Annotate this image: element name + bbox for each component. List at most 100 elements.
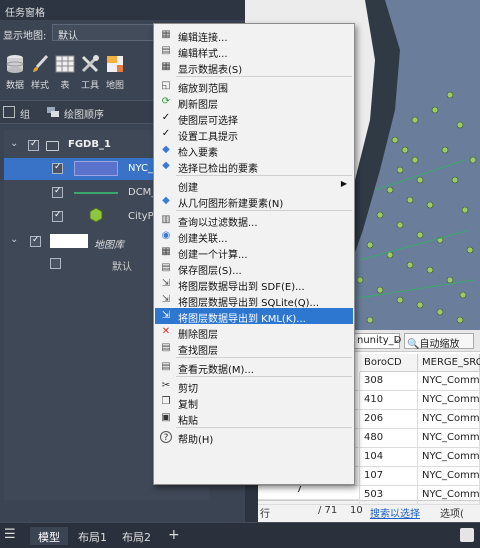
tool-tools[interactable]: 工具 <box>77 53 103 91</box>
basemap-group-label[interactable]: 地图库 <box>94 236 124 251</box>
tool-data[interactable]: 数据 <box>2 53 28 91</box>
help-icon: ? <box>160 431 172 443</box>
menu-item[interactable]: ▤ 查看元数据(M)... <box>155 359 353 376</box>
root-checkbox[interactable] <box>28 139 39 151</box>
column-header[interactable]: BoroCD <box>360 354 418 372</box>
basemap-item-checkbox[interactable] <box>50 258 61 269</box>
menu-separator <box>176 175 352 176</box>
menu-item[interactable]: ✓ 使图层可选择 <box>155 110 353 127</box>
menu-item[interactable]: ▣ 粘贴 <box>155 410 353 427</box>
menu-item[interactable]: ◆ 选择已检出的要素 <box>155 158 353 175</box>
layer-checkbox[interactable] <box>52 162 63 174</box>
tool-tools-label: 工具 <box>80 81 99 91</box>
checkin-icon: ◆ <box>162 144 170 155</box>
table-cell-borocd[interactable]: 503 <box>360 486 418 505</box>
menu-item[interactable]: ◱ 缩放到范围 <box>155 78 353 95</box>
menu-item-label: 粘贴 <box>178 416 198 427</box>
tool-map[interactable]: 地图 <box>102 53 128 91</box>
menu-item-label: 复制 <box>178 400 198 411</box>
task-pane-title: 任务窗格 <box>0 0 245 20</box>
menu-item[interactable]: ❐ 复制 <box>155 394 353 411</box>
table-cell-merge-src[interactable]: NYC_Commu <box>418 448 480 467</box>
export-icon: ⇲ <box>161 278 171 289</box>
menu-item-label: 创建 <box>178 183 198 194</box>
tab-layout2[interactable]: 布局2 <box>114 527 159 545</box>
menu-item[interactable]: 创建 ▶ <box>155 177 353 194</box>
row-count: / 71 <box>318 505 338 516</box>
table-cell-merge-src[interactable]: NYC_Commu <box>418 486 480 505</box>
autozoom-button[interactable]: 🔍自动缩放 <box>404 333 474 350</box>
menu-item[interactable]: ▤ 查找图层 <box>155 340 353 357</box>
point-style-swatch <box>89 207 103 223</box>
row-label: 行 <box>260 509 270 520</box>
menu-item-label: 创建一个计算... <box>178 250 248 261</box>
collapse-icon[interactable]: ⌄ <box>10 234 18 245</box>
geometry-icon: ◆ <box>162 195 170 206</box>
query-icon: ▥ <box>161 214 171 225</box>
root-label[interactable]: FGDB_1 <box>68 139 111 150</box>
tool-table[interactable]: 表 <box>52 53 78 91</box>
menu-item[interactable]: ◆ 从几何图形新建要素(N) <box>155 193 353 210</box>
collapse-icon[interactable]: ⌄ <box>10 138 18 149</box>
menu-icon[interactable]: ☰ <box>4 527 16 542</box>
tab-layout1[interactable]: 布局1 <box>70 527 115 545</box>
menu-item[interactable]: ⇲ 将图层数据导出到 SQLite(Q)... <box>155 292 353 309</box>
table-cell-borocd[interactable]: 206 <box>360 410 418 429</box>
menu-item[interactable]: ▦ 显示数据表(S) <box>155 59 353 76</box>
tool-table-label: 表 <box>60 81 70 91</box>
menu-item[interactable]: ▤ 保存图层(S)... <box>155 260 353 277</box>
menu-item[interactable]: ✂ 剪切 <box>155 378 353 395</box>
database-icon <box>4 53 26 75</box>
group-label[interactable]: 组 <box>20 106 30 121</box>
table-cell-merge-src[interactable]: NYC_Commu <box>418 391 480 410</box>
table-cell-borocd[interactable]: 410 <box>360 391 418 410</box>
menu-item[interactable]: ✓ 设置工具提示 <box>155 126 353 143</box>
line-style-swatch <box>74 192 118 194</box>
menu-item-label: 剪切 <box>178 384 198 395</box>
table-cell-borocd[interactable]: 308 <box>360 372 418 391</box>
menu-item[interactable]: ◆ 检入要素 <box>155 142 353 159</box>
column-header[interactable]: MERGE_SRC <box>418 354 480 372</box>
save-layer-icon: ▤ <box>161 262 171 273</box>
layer-checkbox[interactable] <box>52 210 63 222</box>
tool-style[interactable]: 样式 <box>27 53 53 91</box>
menu-separator <box>176 210 352 211</box>
basemap-item-label[interactable]: 默认 <box>112 258 132 273</box>
basemap-checkbox[interactable] <box>30 235 41 247</box>
table-row[interactable] <box>258 486 360 505</box>
calculate-icon: ▦ <box>161 246 171 257</box>
table-cell-merge-src[interactable]: NYC_Commu <box>418 429 480 448</box>
menu-item[interactable]: ✕ 删除图层 <box>155 324 353 341</box>
add-tab-button[interactable]: + <box>160 527 188 545</box>
tool-data-label: 数据 <box>5 81 24 91</box>
join-icon: ◉ <box>161 230 171 241</box>
menu-item[interactable]: ▦ 编辑连接... <box>155 27 353 44</box>
table-cell-borocd[interactable]: 104 <box>360 448 418 467</box>
copy-icon: ❐ <box>161 396 171 407</box>
chevron-down-icon[interactable]: ⌄ <box>393 335 401 345</box>
group-icon[interactable] <box>3 106 15 118</box>
menu-item[interactable]: ⇲ 将图层数据导出到 SDF(E)... <box>155 276 353 293</box>
table-icon <box>54 53 76 75</box>
menu-item[interactable]: ⇲ 将图层数据导出到 KML(K)... <box>155 308 353 325</box>
menu-item[interactable]: ? 帮助(H) <box>155 429 353 446</box>
table-cell-merge-src[interactable]: NYC_Commu <box>418 410 480 429</box>
menu-item[interactable]: ◉ 创建关联... <box>155 228 353 245</box>
search-select-link[interactable]: 搜索以选择 <box>370 505 420 520</box>
checkout-icon: ◆ <box>162 160 170 171</box>
table-cell-merge-src[interactable]: NYC_Commu <box>418 467 480 486</box>
table-cell-borocd[interactable]: 480 <box>360 429 418 448</box>
layer-checkbox[interactable] <box>52 186 63 198</box>
status-icon[interactable] <box>460 528 474 542</box>
draw-order-label[interactable]: 绘图顺序 <box>64 106 104 121</box>
menu-item[interactable]: ▤ 编辑样式... <box>155 43 353 60</box>
table-cell-merge-src[interactable]: NYC_Commu <box>418 372 480 391</box>
tool-map-label: 地图 <box>105 81 124 91</box>
table-cell-borocd[interactable]: 107 <box>360 467 418 486</box>
menu-item[interactable]: ▥ 查询以过滤数据... <box>155 212 353 229</box>
export-icon: ⇲ <box>161 310 171 321</box>
menu-item[interactable]: ⟳ 刷新图层 <box>155 94 353 111</box>
menu-item[interactable]: ▦ 创建一个计算... <box>155 244 353 261</box>
options-button[interactable]: 选项( <box>440 505 464 520</box>
tab-model[interactable]: 模型 <box>30 527 68 545</box>
